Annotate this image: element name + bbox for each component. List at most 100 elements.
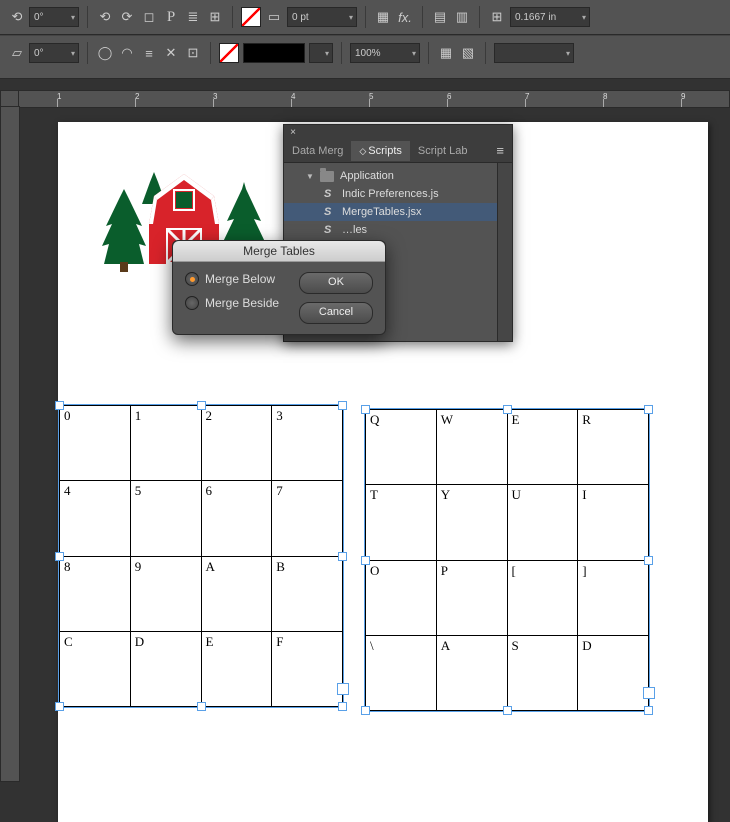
table-cell[interactable]: U (507, 485, 578, 560)
radio-merge-below[interactable]: Merge Below (185, 272, 289, 286)
panel-menu-icon[interactable]: ≡ (488, 139, 512, 162)
selection-handle[interactable] (55, 401, 64, 410)
tool-icon-4[interactable]: ✕ (162, 44, 180, 62)
table-cell[interactable]: D (578, 635, 649, 710)
table-cell[interactable]: 7 (272, 481, 343, 556)
tab-script-labels[interactable]: Script Lab (410, 141, 476, 161)
table-cell[interactable]: 5 (130, 481, 201, 556)
table-cell[interactable]: O (366, 560, 437, 635)
flip-v-icon[interactable]: ⟳ (118, 8, 136, 26)
table-cell[interactable]: W (436, 410, 507, 485)
tool-icon-2[interactable]: ◠ (118, 44, 136, 62)
tool-icon-1[interactable]: ◯ (96, 44, 114, 62)
scrollbar[interactable] (497, 163, 512, 341)
opts-icon-1[interactable]: ▦ (437, 44, 455, 62)
tool-icon-3[interactable]: ≡ (140, 44, 158, 62)
script-label: Indic Preferences.js (342, 188, 439, 200)
workspace: 0123 4567 89 (0, 64, 730, 782)
text-frame-icon[interactable]: ▤ (431, 8, 449, 26)
table-cell[interactable]: A (201, 556, 272, 631)
selection-handle[interactable] (644, 556, 653, 565)
table-cell[interactable]: F (272, 631, 343, 706)
stroke-weight-dropdown[interactable]: 0 pt (287, 7, 357, 27)
table-cell[interactable]: Q (366, 410, 437, 485)
selection-handle[interactable] (644, 405, 653, 414)
selection-handle[interactable] (644, 706, 653, 715)
tab-scripts[interactable]: ◇Scripts (351, 141, 410, 161)
table-cell[interactable]: 9 (130, 556, 201, 631)
table-cell[interactable]: E (507, 410, 578, 485)
selection-handle[interactable] (361, 706, 370, 715)
paragraph-icon[interactable]: P (162, 8, 180, 26)
flip-h-icon[interactable]: ⟲ (96, 8, 114, 26)
tree-item-mergetables[interactable]: S MergeTables.jsx (284, 203, 512, 221)
selection-handle[interactable] (338, 401, 347, 410)
tree-item-indic[interactable]: S Indic Preferences.js (284, 185, 512, 203)
ok-button[interactable]: OK (299, 272, 373, 294)
table-cell[interactable]: R (578, 410, 649, 485)
table-cell[interactable]: C (60, 631, 131, 706)
constrain-icon[interactable]: ⊞ (206, 8, 224, 26)
tool-icon-5[interactable]: ⊡ (184, 44, 202, 62)
table-cell[interactable]: S (507, 635, 578, 710)
table-cell[interactable]: ] (578, 560, 649, 635)
table-cell[interactable]: B (272, 556, 343, 631)
table-cell[interactable]: 3 (272, 406, 343, 481)
shear-dropdown[interactable]: 0° (29, 43, 79, 63)
radio-merge-beside[interactable]: Merge Beside (185, 296, 289, 310)
table-cell[interactable]: P (436, 560, 507, 635)
panel-header[interactable]: × (284, 125, 512, 139)
table-cell[interactable]: A (436, 635, 507, 710)
fill-swatch[interactable] (241, 7, 261, 27)
table-frame-left[interactable]: 0123 4567 89AB CDEF (58, 404, 344, 708)
ruler-vertical (0, 106, 20, 782)
tab-data-merge[interactable]: Data Merg (284, 141, 351, 161)
selection-handle[interactable] (503, 405, 512, 414)
preset-dropdown[interactable] (494, 43, 574, 63)
table-cell[interactable]: D (130, 631, 201, 706)
align-icon[interactable]: ◻ (140, 8, 158, 26)
table-cell[interactable]: T (366, 485, 437, 560)
rotation-dropdown[interactable]: 0° (29, 7, 79, 27)
table-frame-right[interactable]: QWER TYUI OP[] \ASD (364, 408, 650, 712)
table-cell[interactable]: 2 (201, 406, 272, 481)
grid-icon-1[interactable]: ▦ (374, 8, 392, 26)
disclosure-icon[interactable]: ▼ (306, 172, 314, 181)
table-cell[interactable]: Y (436, 485, 507, 560)
script-icon: S (324, 206, 336, 218)
script-label: …les (342, 224, 367, 236)
table-cell[interactable]: 6 (201, 481, 272, 556)
table-cell[interactable]: \ (366, 635, 437, 710)
table-cell[interactable]: I (578, 485, 649, 560)
selection-handle[interactable] (197, 401, 206, 410)
selection-handle[interactable] (361, 556, 370, 565)
opts-icon-2[interactable]: ▧ (459, 44, 477, 62)
link-icon[interactable]: ≣ (184, 8, 202, 26)
outport-icon[interactable] (643, 687, 655, 699)
line-style-dropdown[interactable] (309, 43, 333, 63)
selection-handle[interactable] (361, 405, 370, 414)
close-icon[interactable]: × (288, 127, 298, 137)
selection-handle[interactable] (338, 552, 347, 561)
selection-handle[interactable] (338, 702, 347, 711)
tree-item-more[interactable]: S …les (284, 221, 512, 239)
stroke-swatch[interactable] (219, 43, 239, 63)
selection-handle[interactable] (197, 702, 206, 711)
fx-label[interactable]: fx. (396, 8, 414, 26)
selection-handle[interactable] (55, 702, 64, 711)
line-style-swatch[interactable] (243, 43, 305, 63)
table-cell[interactable]: 4 (60, 481, 131, 556)
table-cell[interactable]: 8 (60, 556, 131, 631)
table-cell[interactable]: 1 (130, 406, 201, 481)
size-input[interactable]: 0.1667 in (510, 7, 590, 27)
align-grid-icon[interactable]: ▥ (453, 8, 471, 26)
table-cell[interactable]: [ (507, 560, 578, 635)
zoom-dropdown[interactable]: 100% (350, 43, 420, 63)
cancel-button[interactable]: Cancel (299, 302, 373, 324)
outport-icon[interactable] (337, 683, 349, 695)
tree-folder-application[interactable]: ▼ Application (284, 167, 512, 185)
selection-handle[interactable] (55, 552, 64, 561)
table-cell[interactable]: 0 (60, 406, 131, 481)
selection-handle[interactable] (503, 706, 512, 715)
table-cell[interactable]: E (201, 631, 272, 706)
